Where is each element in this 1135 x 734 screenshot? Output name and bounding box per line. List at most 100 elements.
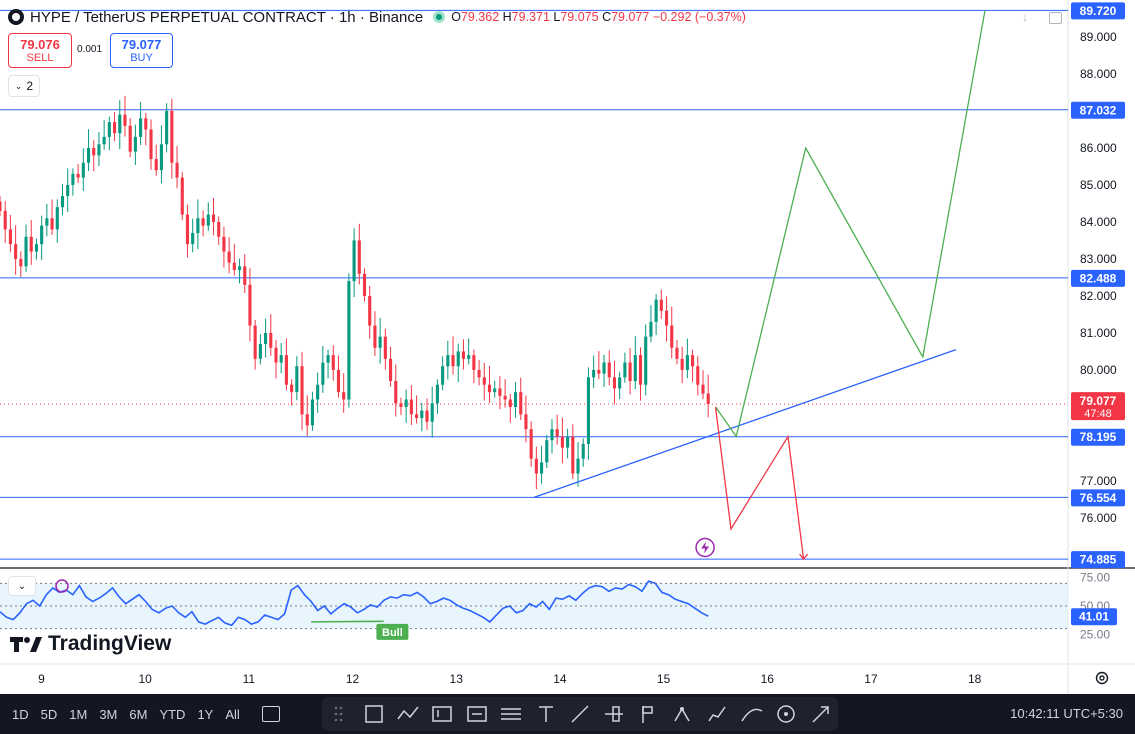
indicators-collapse-button[interactable]: ⌄ 2 xyxy=(8,75,40,97)
date-range-icon[interactable] xyxy=(261,706,280,722)
level-price-label: 89.720 xyxy=(1080,4,1117,18)
candle-body xyxy=(305,414,309,426)
buy-button[interactable]: 79.077 BUY xyxy=(110,33,173,68)
curve-tool-icon[interactable] xyxy=(740,702,764,726)
symbol-title[interactable]: HYPE / TetherUS PERPETUAL CONTRACT · 1h … xyxy=(30,9,423,26)
candle-body xyxy=(633,355,637,382)
candle-body xyxy=(149,129,153,160)
candle-body xyxy=(540,462,544,474)
candle-body xyxy=(97,144,101,156)
clock-timezone[interactable]: 10:42:11 UTC+5:30 xyxy=(1010,706,1123,721)
range-button-1m[interactable]: 1M xyxy=(63,707,93,722)
level-price-label: 76.554 xyxy=(1080,491,1117,505)
candle-body xyxy=(576,458,580,474)
candle-body xyxy=(555,429,559,437)
candle-body xyxy=(0,201,2,211)
candle-body xyxy=(201,218,205,226)
candle-body xyxy=(524,414,528,430)
fullscreen-icon[interactable] xyxy=(1049,12,1062,24)
candle-body xyxy=(60,196,65,208)
range-button-1y[interactable]: 1Y xyxy=(191,707,219,722)
candle-body xyxy=(649,321,653,337)
candle-body xyxy=(399,403,403,407)
candle-body xyxy=(217,221,221,237)
tradingview-logo: TradingView xyxy=(10,632,171,656)
candle-body xyxy=(420,410,424,419)
text-tool-icon[interactable] xyxy=(534,702,558,726)
price-tick-label: 83.000 xyxy=(1080,252,1117,266)
parallel-channel-icon[interactable] xyxy=(499,702,523,726)
ohlc-readout: O79.362 H79.371 L79.075 C79.077 −0.292 (… xyxy=(451,10,746,24)
candle-body xyxy=(404,399,408,407)
last-price-label: 79.077 xyxy=(1080,394,1117,408)
candle-body xyxy=(342,392,346,400)
drawing-layer xyxy=(533,10,986,561)
candle-body xyxy=(290,384,294,393)
range-button-ytd[interactable]: YTD xyxy=(153,707,191,722)
brush-tool-icon[interactable] xyxy=(705,702,729,726)
candle-body xyxy=(253,325,257,359)
candle-body xyxy=(336,369,341,393)
candle-body xyxy=(654,299,658,322)
candle-body xyxy=(529,429,533,459)
sell-button[interactable]: 79.076 SELL xyxy=(8,33,72,68)
candle-body xyxy=(243,266,247,285)
candle-body xyxy=(326,355,330,363)
candle-body xyxy=(269,332,273,348)
price-tick-label: 85.000 xyxy=(1080,178,1117,192)
candle-body xyxy=(696,366,700,385)
fib-tool-icon[interactable] xyxy=(602,702,626,726)
settings-gear-icon[interactable] xyxy=(1094,670,1110,686)
candle-body xyxy=(29,236,33,252)
candle-body xyxy=(154,159,158,171)
time-tick-label: 15 xyxy=(657,672,671,686)
candle-body xyxy=(347,281,351,400)
candle-body xyxy=(206,214,210,226)
candle-body xyxy=(295,366,299,393)
bullish-projection-path xyxy=(714,10,986,439)
candle-body xyxy=(498,388,502,396)
candle-body xyxy=(409,399,413,415)
circle-tool-icon[interactable] xyxy=(774,702,798,726)
candle-body xyxy=(123,114,127,126)
candle-body xyxy=(144,118,148,130)
candle-body xyxy=(300,366,304,415)
download-icon[interactable]: ↓ xyxy=(1022,10,1028,24)
range-button-5d[interactable]: 5D xyxy=(35,707,64,722)
path-tool-icon[interactable] xyxy=(396,702,420,726)
candle-body xyxy=(71,173,75,185)
candle-body xyxy=(248,284,252,326)
candle-body xyxy=(107,122,111,137)
candle-body xyxy=(102,136,106,145)
candle-body xyxy=(191,233,195,245)
trend-line-icon[interactable] xyxy=(568,702,592,726)
candle-body xyxy=(586,377,590,444)
candle-body xyxy=(566,436,570,448)
candle-body xyxy=(264,332,268,345)
rectangle-tool-icon[interactable] xyxy=(362,702,386,726)
flag-tool-icon[interactable] xyxy=(637,702,661,726)
range-selector: 1D 5D 1M 3M 6M YTD 1Y All xyxy=(6,707,246,722)
range-button-3m[interactable]: 3M xyxy=(93,707,123,722)
candle-body xyxy=(618,377,622,389)
chevron-down-icon: ⌄ xyxy=(14,80,23,91)
short-position-icon[interactable] xyxy=(465,702,489,726)
range-button-all[interactable]: All xyxy=(219,707,245,722)
candle-body xyxy=(430,403,434,422)
range-button-6m[interactable]: 6M xyxy=(123,707,153,722)
oscillator-value-label: 41.01 xyxy=(1079,610,1109,624)
oscillator-collapse-button[interactable]: ⌄ xyxy=(8,576,36,596)
candle-body xyxy=(607,362,611,378)
price-tick-label: 88.000 xyxy=(1080,67,1117,81)
range-button-1d[interactable]: 1D xyxy=(6,707,35,722)
candle-body xyxy=(165,110,169,145)
oscillator-tick-label: 25.00 xyxy=(1080,627,1110,641)
candle-body xyxy=(571,436,575,474)
arrow-tool-icon[interactable] xyxy=(809,702,833,726)
price-tick-label: 82.000 xyxy=(1080,289,1117,303)
candle-body xyxy=(357,240,361,274)
drag-handle-icon[interactable] xyxy=(327,702,351,726)
long-position-icon[interactable] xyxy=(430,702,454,726)
pattern-tool-icon[interactable] xyxy=(671,702,695,726)
price-tick-label: 86.000 xyxy=(1080,141,1117,155)
